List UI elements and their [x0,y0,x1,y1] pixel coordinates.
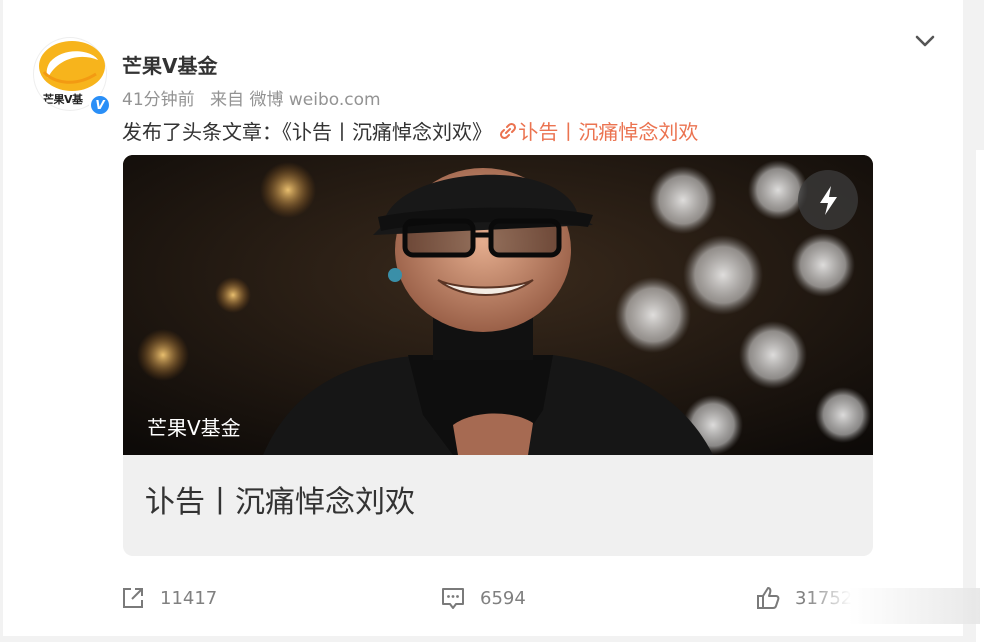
flash-icon[interactable] [798,170,858,230]
share-icon [123,588,143,608]
comment-count: 6594 [480,587,526,609]
avatar-text: 芒果V基 [43,93,83,106]
article-link[interactable]: 讣告丨沉痛悼念刘欢 [498,120,698,144]
like-icon [757,587,780,609]
cover-caption: 芒果V基金 [147,416,241,440]
verified-icon: V [89,94,111,116]
cover-photo [123,155,873,455]
post-text: 发布了头条文章：《讣告丨沉痛悼念刘欢》 讣告丨沉痛悼念刘欢 [122,116,698,145]
flash-glyph [820,186,837,215]
article-link-label: 讣告丨沉痛悼念刘欢 [518,120,699,144]
article-title[interactable]: 讣告丨沉痛悼念刘欢 [145,477,415,521]
post-source: 来自 微博 weibo.com [210,90,381,110]
author-name[interactable]: 芒果V基金 [122,50,217,79]
chevron-down-icon[interactable] [912,30,938,52]
repost-button[interactable]: 11417 [120,585,217,611]
edge-fade [805,588,980,624]
comment-icon [442,588,464,609]
side-panel-edge [976,150,984,642]
mango-logo-icon [39,41,105,91]
article-cover-image[interactable]: 芒果V基金 [123,155,873,455]
article-card[interactable]: 芒果V基金 讣告丨沉痛悼念刘欢 [123,155,873,556]
repost-count: 11417 [160,587,218,609]
post-meta: 41分钟前 来自 微博 weibo.com [122,85,391,110]
post-time[interactable]: 41分钟前 [122,90,195,110]
comment-button[interactable]: 6594 [440,585,526,611]
link-icon [500,122,517,140]
post-body: 发布了头条文章：《讣告丨沉痛悼念刘欢》 [122,120,492,144]
